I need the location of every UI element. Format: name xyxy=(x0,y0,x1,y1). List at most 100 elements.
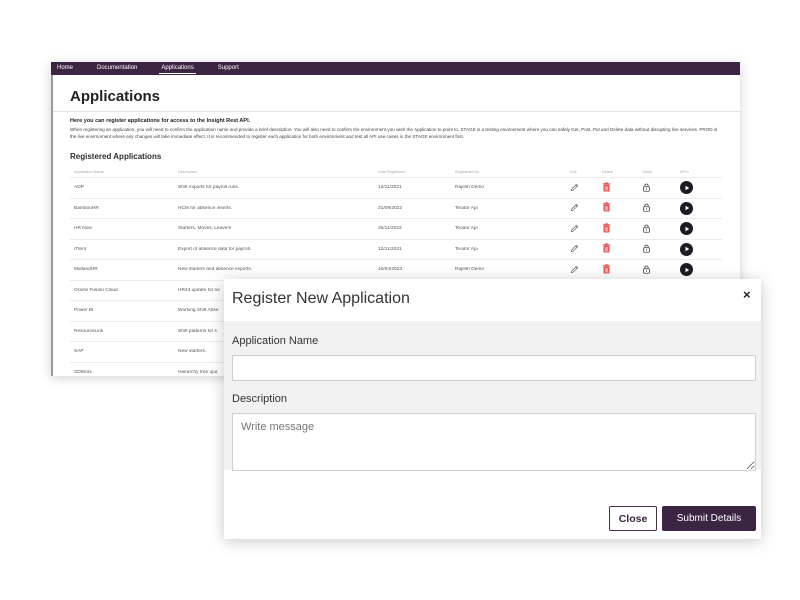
cell-description: New starters and absence exports. xyxy=(178,267,253,273)
cell-apis xyxy=(680,263,720,277)
nav-support[interactable]: Support xyxy=(216,62,241,75)
play-icon[interactable] xyxy=(680,201,693,215)
cell-application-name: BambooHR xyxy=(74,205,99,211)
cell-application-name: Oracle Fusion Cloud xyxy=(74,287,118,293)
modal-header: Register New Application × xyxy=(224,279,761,321)
cell-registered-by: Teodor Api xyxy=(455,246,478,252)
application-name-input[interactable] xyxy=(232,355,756,381)
modal-title: Register New Application xyxy=(232,290,410,307)
table-row: ADP Shift exports for payroll runs. 12/1… xyxy=(70,178,722,199)
lock-icon[interactable] xyxy=(642,240,651,258)
cell-application-name: MidlandHR xyxy=(74,267,98,273)
header-date-registered: Date Registered xyxy=(378,169,406,174)
submit-details-button[interactable]: Submit Details xyxy=(662,506,756,531)
lock-icon[interactable] xyxy=(642,199,651,217)
header-token: Token xyxy=(642,169,653,174)
cell-description: Export of absence data for payroll. xyxy=(178,246,252,252)
cell-edit xyxy=(570,240,602,258)
cell-token xyxy=(642,220,680,238)
pencil-icon[interactable] xyxy=(570,199,579,217)
nav-documentation[interactable]: Documentation xyxy=(95,62,139,75)
pencil-icon[interactable] xyxy=(570,261,579,279)
table-row: MidlandHR New starters and absence expor… xyxy=(70,260,722,281)
play-icon[interactable] xyxy=(680,242,693,256)
cell-application-name: SAP xyxy=(74,349,84,355)
table-header: Application Name Description Date Regist… xyxy=(70,166,722,178)
header-registered-by: Registered By xyxy=(455,169,479,174)
cell-edit xyxy=(570,199,602,217)
cell-edit xyxy=(570,261,602,279)
application-name-label: Application Name xyxy=(232,335,319,347)
cell-date-registered: 10/04/2023 xyxy=(378,267,403,273)
modal-body: Application Name Description xyxy=(224,321,761,471)
header-delete: Delete xyxy=(602,169,613,174)
cell-delete xyxy=(602,199,642,217)
cell-apis xyxy=(680,222,720,236)
header-application-name: Application Name xyxy=(74,169,104,174)
top-navigation: Home Documentation Applications Support xyxy=(51,62,740,75)
cell-registered-by: Rajesh Demo xyxy=(455,267,485,273)
nav-applications[interactable]: Applications xyxy=(159,62,197,75)
trash-icon[interactable] xyxy=(602,240,611,258)
pencil-icon[interactable] xyxy=(570,179,579,197)
description-textarea[interactable] xyxy=(232,413,756,471)
registered-apps-title: Registered Applications xyxy=(70,152,162,161)
cell-application-name: HR Now xyxy=(74,226,92,232)
cell-apis xyxy=(680,201,720,215)
intro-heading: Here you can register applications for a… xyxy=(70,118,251,124)
close-icon[interactable]: × xyxy=(743,287,755,302)
play-icon[interactable] xyxy=(680,263,693,277)
cell-apis xyxy=(680,181,720,195)
page-title: Applications xyxy=(70,88,161,105)
cell-application-name: SDWorx xyxy=(74,369,92,375)
cell-application-name: Power BI xyxy=(74,308,94,314)
cell-registered-by: Rajesh Demo xyxy=(455,185,485,191)
cell-registered-by: Teodor Api xyxy=(455,226,478,232)
cell-edit xyxy=(570,179,602,197)
intro-body: When registering an application, you wil… xyxy=(70,127,718,139)
table-row: HR Now Starters, Moves, Leavers 25/11/20… xyxy=(70,219,722,240)
table-row: iTrent Export of absence data for payrol… xyxy=(70,240,722,260)
header-apis: API's xyxy=(680,169,689,174)
cell-registered-by: Teodor Api xyxy=(455,205,478,211)
cell-token xyxy=(642,179,680,197)
cell-date-registered: 21/09/2022 xyxy=(378,205,403,211)
play-icon[interactable] xyxy=(680,181,693,195)
cell-description: Shift exports for payroll runs. xyxy=(178,185,240,191)
cell-delete xyxy=(602,179,642,197)
lock-icon[interactable] xyxy=(642,261,651,279)
nav-home[interactable]: Home xyxy=(55,62,75,75)
cell-description: Starters, Moves, Leavers xyxy=(178,226,232,232)
pencil-icon[interactable] xyxy=(570,220,579,238)
trash-icon[interactable] xyxy=(602,179,611,197)
cell-edit xyxy=(570,220,602,238)
register-application-modal: Register New Application × Application N… xyxy=(224,279,761,539)
trash-icon[interactable] xyxy=(602,220,611,238)
cell-token xyxy=(642,199,680,217)
cell-token xyxy=(642,261,680,279)
cell-application-name: ADP xyxy=(74,185,84,191)
header-edit: Edit xyxy=(570,169,577,174)
title-divider xyxy=(53,111,740,112)
cell-delete xyxy=(602,240,642,258)
lock-icon[interactable] xyxy=(642,179,651,197)
cell-delete xyxy=(602,261,642,279)
cell-date-registered: 12/11/2021 xyxy=(378,185,402,191)
cell-application-name: iTrent xyxy=(74,246,87,252)
play-icon[interactable] xyxy=(680,222,693,236)
cell-date-registered: 25/11/2022 xyxy=(378,226,402,232)
cell-apis xyxy=(680,242,720,256)
cell-token xyxy=(642,240,680,258)
pencil-icon[interactable] xyxy=(570,240,579,258)
table-row: BambooHR HCM for absence inserts. 21/09/… xyxy=(70,199,722,219)
cell-description: HCM for absence inserts. xyxy=(178,205,233,211)
trash-icon[interactable] xyxy=(602,199,611,217)
lock-icon[interactable] xyxy=(642,220,651,238)
cell-application-name: ResourceLink xyxy=(74,328,104,334)
close-button[interactable]: Close xyxy=(609,506,657,531)
trash-icon[interactable] xyxy=(602,261,611,279)
left-edge-strip xyxy=(51,75,53,376)
description-label: Description xyxy=(232,393,288,405)
cell-date-registered: 12/11/2021 xyxy=(378,246,402,252)
cell-delete xyxy=(602,220,642,238)
